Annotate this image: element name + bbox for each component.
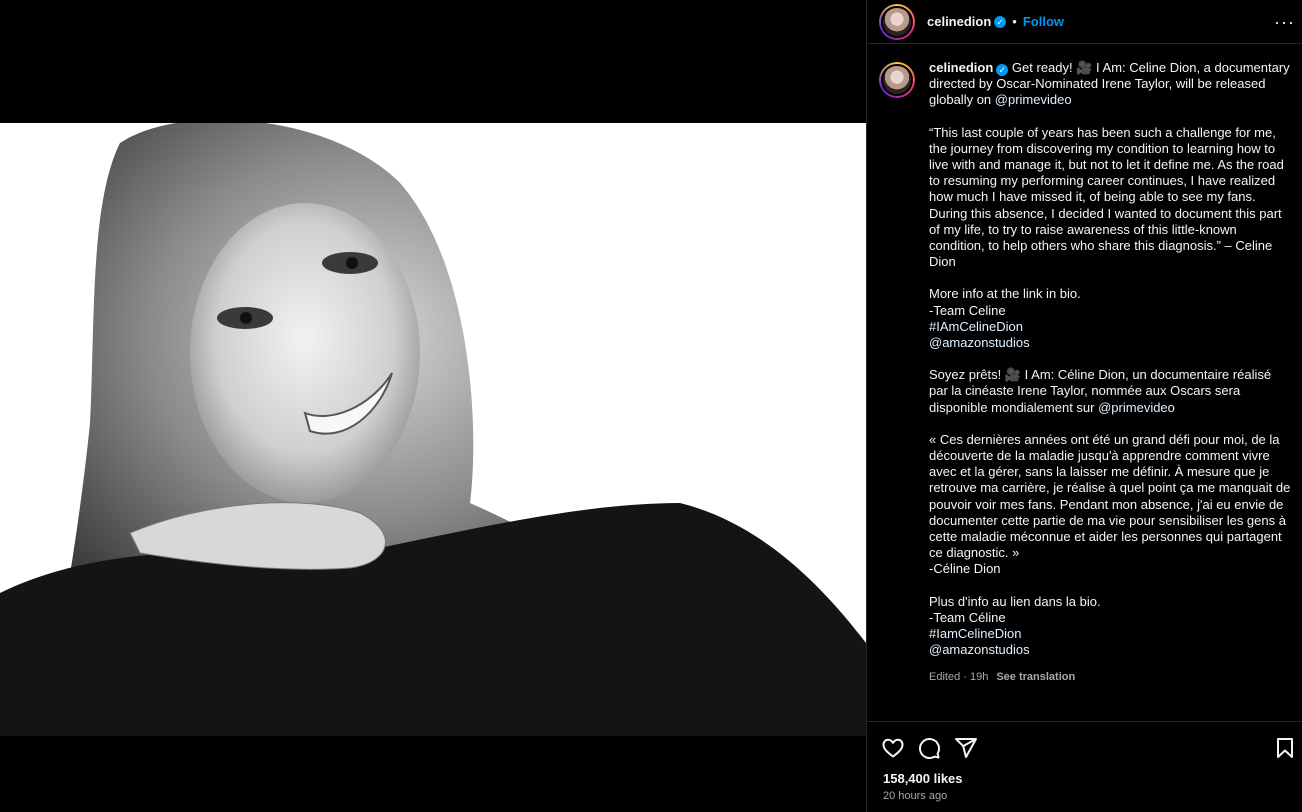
mention-link[interactable]: @primevideo bbox=[1098, 400, 1175, 415]
caption-paragraph-6: Plus d'info au lien dans la bio. -Team Cé… bbox=[929, 594, 1291, 659]
caption-line: More info at the link in bio. bbox=[929, 286, 1081, 302]
caption-line: Plus d'info au lien dans la bio. bbox=[929, 593, 1101, 609]
heart-icon[interactable] bbox=[881, 736, 905, 760]
separator-dot: • bbox=[1012, 14, 1017, 29]
edited-time: Edited · 19h bbox=[929, 670, 989, 683]
follow-button[interactable]: Follow bbox=[1023, 14, 1064, 29]
username-link[interactable]: celinedion bbox=[927, 14, 991, 29]
caption-paragraph-1: celinedion ✓ Get ready! 🎥 I Am: Celine Di… bbox=[929, 60, 1291, 109]
caption-paragraph-3: More info at the link in bio. -Team Celin… bbox=[929, 286, 1291, 351]
see-translation-button[interactable]: See translation bbox=[996, 671, 1075, 683]
likes-count[interactable]: 158,400 likes bbox=[883, 771, 963, 786]
bookmark-icon[interactable] bbox=[1273, 736, 1297, 760]
caption-line: -Team Céline bbox=[929, 609, 1006, 625]
action-bar bbox=[867, 730, 1302, 764]
post-photo[interactable] bbox=[0, 123, 866, 736]
mention-link[interactable]: @primevideo bbox=[995, 92, 1072, 107]
caption-body: celinedion ✓ Get ready! 🎥 I Am: Celine Di… bbox=[929, 60, 1291, 685]
mention-link[interactable]: @amazonstudios bbox=[929, 335, 1030, 350]
caption-paragraph-4: Soyez prêts! 🎥 I Am: Céline Dion, un doc… bbox=[929, 367, 1291, 416]
avatar-image bbox=[881, 5, 913, 38]
share-icon[interactable] bbox=[954, 736, 978, 760]
mention-link[interactable]: @amazonstudios bbox=[929, 642, 1030, 657]
portrait-photo bbox=[0, 123, 866, 736]
verified-badge-icon: ✓ bbox=[994, 15, 1007, 28]
caption-paragraph-5: « Ces dernières années ont été un grand … bbox=[929, 431, 1294, 561]
caption-row: celinedion ✓ Get ready! 🎥 I Am: Celine Di… bbox=[879, 60, 1291, 685]
caption-username[interactable]: celinedion bbox=[929, 60, 993, 75]
post-header: celinedion ✓ • Follow ··· bbox=[867, 0, 1302, 44]
hashtag-link[interactable]: #IAmCelineDion bbox=[929, 319, 1023, 334]
hashtag-link[interactable]: #IamCelineDion bbox=[929, 626, 1022, 641]
post-media bbox=[0, 0, 866, 812]
caption-paragraph-2: “This last couple of years has been such… bbox=[929, 124, 1288, 270]
caption-avatar[interactable] bbox=[879, 62, 915, 98]
verified-badge-icon: ✓ bbox=[996, 64, 1009, 76]
caption-avatar-image bbox=[881, 64, 913, 96]
caption-signature: -Céline Dion bbox=[929, 561, 1001, 577]
post-side-panel: celinedion ✓ • Follow ··· celinedion ✓ Ge… bbox=[866, 0, 1302, 812]
caption-line: -Team Celine bbox=[929, 302, 1006, 318]
avatar[interactable] bbox=[879, 3, 915, 40]
caption-section: celinedion ✓ Get ready! 🎥 I Am: Celine Di… bbox=[867, 44, 1302, 722]
post-time[interactable]: 20 hours ago bbox=[883, 790, 947, 802]
comment-icon[interactable] bbox=[917, 736, 941, 760]
caption-meta: Edited · 19h See translation bbox=[929, 669, 1291, 685]
more-options-icon[interactable]: ··· bbox=[1274, 12, 1295, 33]
